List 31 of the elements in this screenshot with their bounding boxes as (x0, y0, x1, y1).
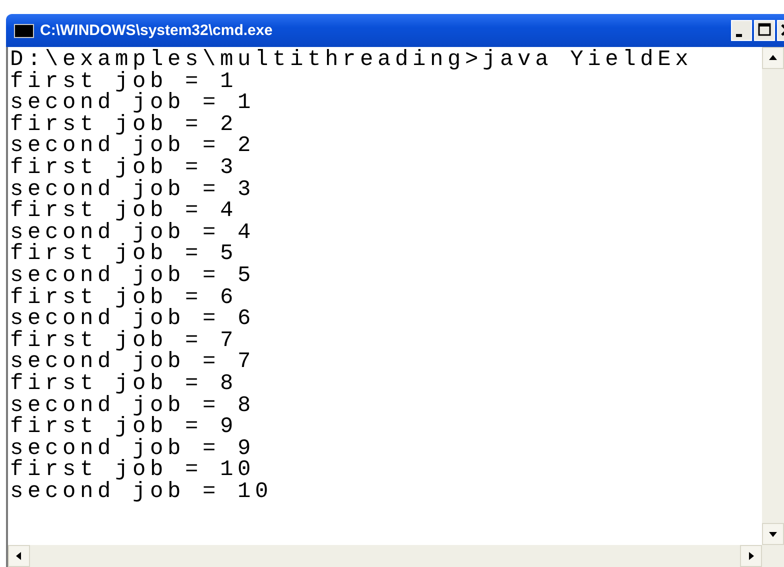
console-icon (14, 24, 34, 38)
console-line: D:\examples\multithreading>java YieldEx (10, 49, 693, 71)
maximize-button[interactable] (754, 20, 775, 41)
minimize-button[interactable] (731, 20, 752, 41)
console-line: second job = 9 (10, 438, 256, 460)
console-line: first job = 6 (10, 286, 238, 308)
scroll-down-icon[interactable] (762, 523, 784, 545)
console-line: second job = 4 (10, 222, 256, 244)
console-line: second job = 8 (10, 394, 256, 416)
console-line: first job = 5 (10, 243, 238, 265)
console-line: first job = 3 (10, 156, 238, 179)
vertical-scrollbar[interactable] (762, 47, 784, 545)
scroll-left-icon[interactable] (8, 545, 30, 567)
console-line: second job = 7 (10, 351, 256, 373)
console-line: first job = 2 (10, 114, 238, 136)
console-line: first job = 8 (10, 372, 238, 394)
scroll-right-icon[interactable] (740, 545, 762, 567)
console-line: second job = 1 (10, 92, 256, 114)
console-line: first job = 9 (10, 416, 238, 438)
console-line: second job = 5 (10, 264, 256, 287)
horizontal-scrollbar[interactable] (6, 545, 784, 567)
console-line: first job = 10 (10, 459, 256, 481)
console-line: second job = 10 (10, 480, 273, 502)
console-line: second job = 2 (10, 135, 256, 157)
scroll-up-icon[interactable] (762, 47, 784, 69)
console-line: first job = 7 (10, 330, 238, 352)
console-line: first job = 1 (10, 70, 238, 92)
console-line: second job = 3 (10, 178, 256, 200)
console-line: first job = 4 (10, 200, 238, 222)
window-title: C:\WINDOWS\system32\cmd.exe (40, 22, 274, 39)
console-line: second job = 6 (10, 308, 256, 330)
